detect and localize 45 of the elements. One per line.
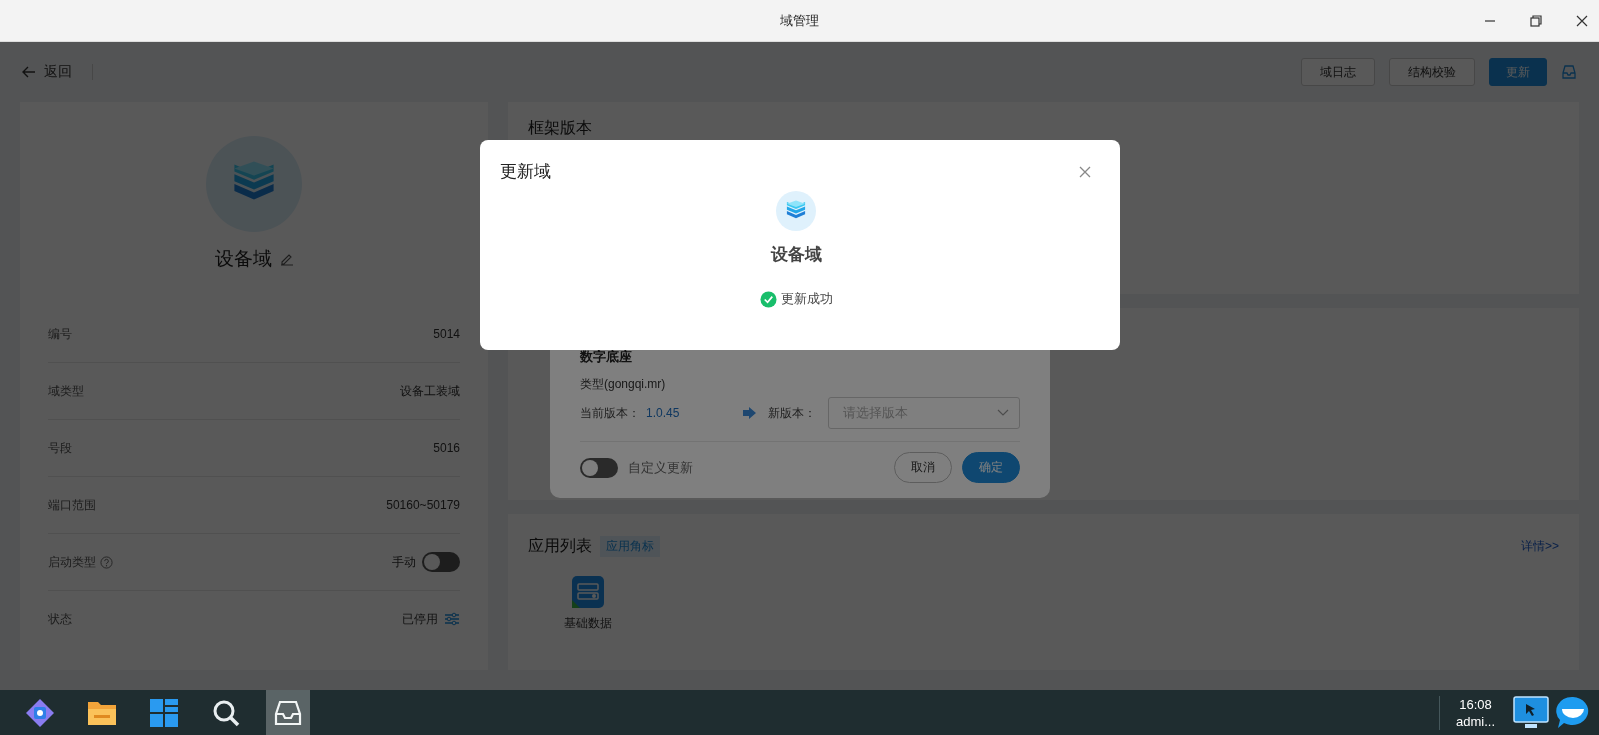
current-version-label: 当前版本： [580,404,640,422]
dialog-title: 数字底座 [580,348,633,366]
sliders-icon[interactable] [444,612,460,626]
domain-name: 设备域 [770,244,822,266]
restore-icon[interactable] [1529,14,1543,28]
details-link[interactable]: 详情>> [1521,538,1559,555]
back-arrow-icon[interactable] [22,66,36,78]
taskbar-button[interactable] [266,690,310,735]
field-value: 5014 [433,327,460,341]
app-name: 基础数据 [564,615,612,632]
tiles-icon[interactable] [149,697,179,728]
logo-icon[interactable] [24,696,56,729]
type-label: 类型(gongqi.mr) [580,376,667,393]
confirm-button[interactable]: 确定 [962,452,1020,483]
tag: 应用角标 [600,536,660,557]
chat-icon[interactable] [1555,694,1591,731]
close-icon[interactable] [1575,14,1589,28]
panel-title: 应用列表 [528,536,592,556]
custom-update-label: 自定义更新 [628,458,693,477]
clock-time: 16:08 [1459,695,1492,713]
user-name: admi... [1456,712,1495,730]
toggle-switch[interactable] [580,457,618,478]
current-version: 1.0.45 [646,406,681,420]
field-value: 手动 [392,553,416,571]
new-version-label: 新版本： [768,404,816,422]
cancel-button[interactable]: 取消 [894,452,952,483]
domain-name: 设备域 [214,247,272,271]
window-title: 域管理 [780,11,819,30]
arrow-icon [742,407,756,419]
field-label: 状态 [48,610,72,628]
monitor-icon[interactable] [1513,695,1549,730]
field-value: 50160~50179 [386,498,460,512]
update-button[interactable]: 更新 [1489,58,1547,86]
field-value: 已停用 [402,610,438,628]
panel-title: 框架版本 [528,119,592,136]
field-value: 设备工装域 [400,382,460,400]
edit-icon[interactable] [279,252,294,266]
toggle-switch[interactable] [422,552,460,572]
field-value: 5016 [433,441,460,455]
dialog-title: 更新域 [500,161,551,183]
success-icon [759,290,777,308]
status-message: 更新成功 [780,290,833,308]
toolbar-button[interactable]: 域日志 [1301,58,1375,86]
toolbar-button[interactable]: 结构校验 [1389,58,1475,86]
inbox-icon[interactable] [273,698,303,727]
